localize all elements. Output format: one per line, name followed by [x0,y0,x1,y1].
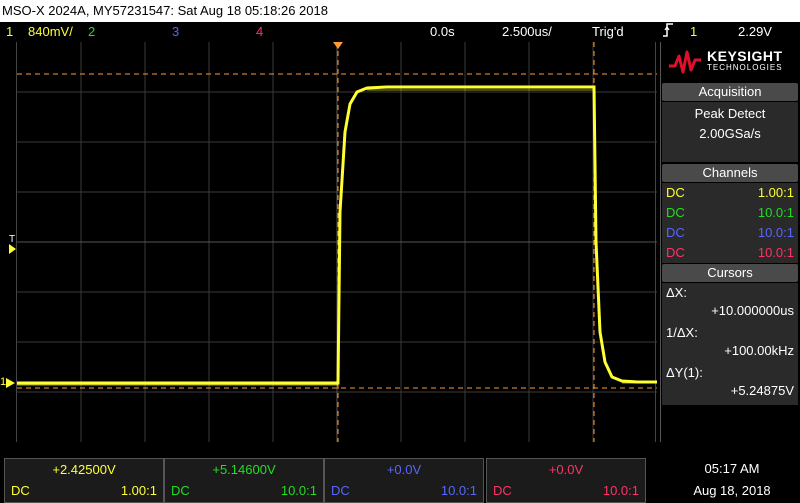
channel-summary-bar: +2.42500V DC 1.00:1 +5.14600V DC 10.0:1 … [0,458,660,503]
window-title: MSO-X 2024A, MY57231547: Sat Aug 18 05:1… [0,0,800,22]
brand-name: KEYSIGHT [707,48,783,64]
acquisition-mode: Peak Detect [694,106,766,121]
keysight-logo: KEYSIGHT TECHNOLOGIES [661,42,800,82]
channels-section: DC 1.00:1 DC 10.0:1 DC 10.0:1 DC 10.0:1 [662,183,798,263]
ch2-probe: 10.0:1 [757,205,794,220]
delta-x-label: ΔX: [666,285,687,300]
ch1-probe: 1.00:1 [757,185,794,200]
ch2-summary[interactable]: +5.14600V DC 10.0:1 [164,458,324,503]
inverse-delta-x-value: +100.00kHz [724,343,794,358]
inverse-delta-x-label: 1/ΔX: [666,325,698,340]
rising-edge-icon[interactable] [662,22,674,44]
ch1-ground-marker[interactable] [6,378,16,388]
graticule [17,42,657,442]
ch1-summary-coupling: DC [11,483,30,498]
delta-y-value: +5.24875V [730,383,794,398]
ch1-offset: +2.42500V [52,462,116,477]
clock-date: Aug 18, 2018 [693,483,771,498]
trigger-position-marker[interactable] [333,42,343,50]
ch1-summary-probe: 1.00:1 [120,483,157,498]
time-scale[interactable]: 2.500us/ [502,22,552,42]
ch3-number[interactable]: 3 [172,22,179,42]
ch4-number[interactable]: 4 [256,22,263,42]
status-bar: 1 840mV/ 2 3 4 0.0s 2.500us/ Trig'd 1 2.… [0,22,800,42]
cursors-heading[interactable]: Cursors [662,264,798,282]
ch3-summary[interactable]: +0.0V DC 10.0:1 [324,458,484,503]
trigger-level-marker[interactable] [9,244,17,254]
cursors-section: ΔX: +10.000000us 1/ΔX: +100.00kHz ΔY(1):… [662,283,798,405]
delta-x-value: +10.000000us [711,303,794,318]
horizontal-position[interactable]: 0.0s [430,22,455,42]
ch2-coupling: DC [666,205,685,220]
trigger-state: Trig'd [592,24,624,39]
ch3-offset: +0.0V [386,462,422,477]
ch1-summary[interactable]: +2.42500V DC 1.00:1 [4,458,164,503]
ch1-coupling: DC [666,185,685,200]
trigger-level[interactable]: 2.29V [738,22,772,42]
ch4-summary[interactable]: +0.0V DC 10.0:1 [486,458,646,503]
channels-heading[interactable]: Channels [662,164,798,182]
ch4-offset: +0.0V [548,462,584,477]
ch1-number[interactable]: 1 [6,22,13,42]
ch3-summary-probe: 10.0:1 [440,483,477,498]
clock-time: 05:17 AM [704,461,760,476]
ch3-coupling: DC [666,225,685,240]
ch3-probe: 10.0:1 [757,225,794,240]
acquisition-heading[interactable]: Acquisition [662,83,798,101]
trigger-source[interactable]: 1 [690,22,697,42]
clock: 05:17 AM Aug 18, 2018 [664,458,800,503]
ch2-summary-probe: 10.0:1 [280,483,317,498]
ch2-number[interactable]: 2 [88,22,95,42]
acquisition-section: Peak Detect 2.00GSa/s [662,102,798,162]
ch3-summary-coupling: DC [331,483,350,498]
ch1-scale[interactable]: 840mV/ [28,22,73,42]
waveform-display[interactable] [16,42,657,442]
brand-sub: TECHNOLOGIES [707,63,783,72]
keysight-wave-icon [669,50,701,74]
sample-rate: 2.00GSa/s [699,126,761,141]
ch4-summary-probe: 10.0:1 [602,483,639,498]
ch4-coupling: DC [666,245,685,260]
ch2-summary-coupling: DC [171,483,190,498]
ch2-offset: +5.14600V [212,462,276,477]
ch4-summary-coupling: DC [493,483,512,498]
side-panel: KEYSIGHT TECHNOLOGIES Acquisition Peak D… [660,42,800,442]
delta-y-label: ΔY(1): [666,365,703,380]
ch4-probe: 10.0:1 [757,245,794,260]
